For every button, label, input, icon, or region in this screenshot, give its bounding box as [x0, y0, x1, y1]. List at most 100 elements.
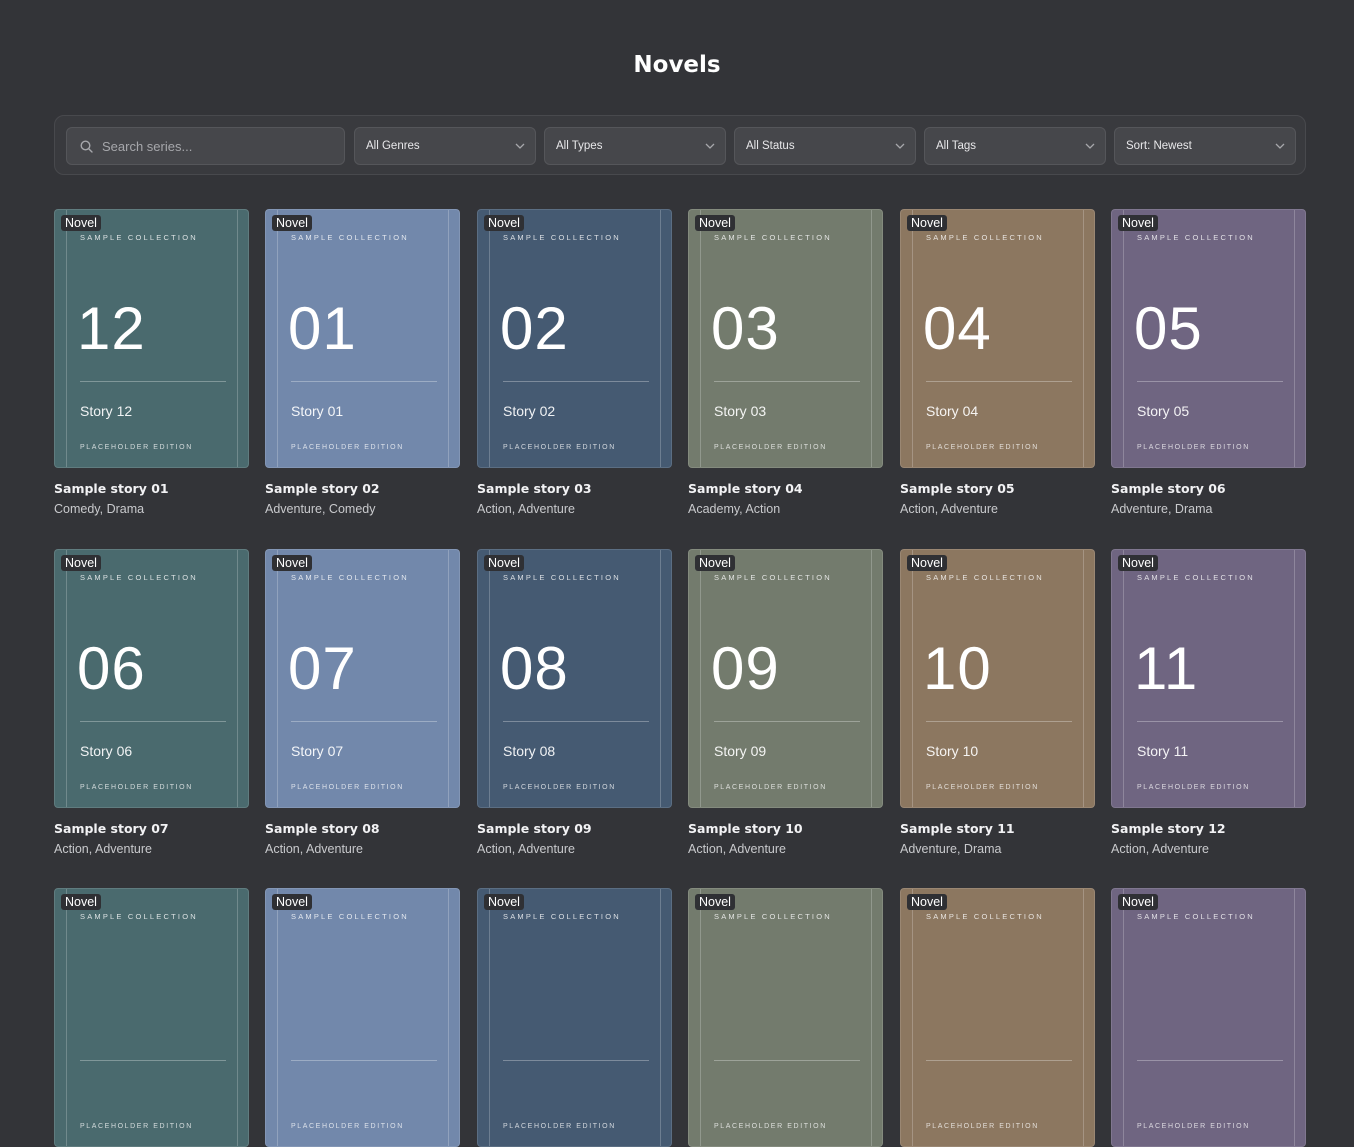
series-card[interactable]: SAMPLE COLLECTION PLACEHOLDER EDITION No… [477, 888, 672, 1147]
series-card[interactable]: SAMPLE COLLECTION 12 Story 12 PLACEHOLDE… [54, 209, 249, 516]
card-title[interactable]: Sample story 06 [1111, 481, 1226, 496]
cover-divider [926, 381, 1072, 382]
type-badge: Novel [907, 894, 947, 910]
cover-story-label: Story 11 [1137, 743, 1189, 759]
cover-image[interactable]: SAMPLE COLLECTION 05 Story 05 PLACEHOLDE… [1111, 209, 1306, 468]
type-badge: Novel [484, 555, 524, 571]
cover-story-label: Story 12 [80, 403, 133, 419]
series-card[interactable]: SAMPLE COLLECTION 02 Story 02 PLACEHOLDE… [477, 209, 672, 516]
cover-divider [291, 381, 437, 382]
series-card[interactable]: SAMPLE COLLECTION 08 Story 08 PLACEHOLDE… [477, 549, 672, 856]
search-input[interactable] [102, 138, 332, 154]
cover-image[interactable]: SAMPLE COLLECTION 07 Story 07 PLACEHOLDE… [265, 549, 460, 808]
cover-collection-label: SAMPLE COLLECTION [926, 573, 1044, 582]
cover-divider [503, 381, 649, 382]
cover-number: 08 [500, 635, 569, 702]
cover-edition-label: PLACEHOLDER EDITION [926, 444, 1039, 451]
series-card[interactable]: SAMPLE COLLECTION 09 Story 09 PLACEHOLDE… [688, 549, 883, 856]
type-badge: Novel [695, 215, 735, 231]
cover-collection-label: SAMPLE COLLECTION [926, 912, 1044, 921]
series-card[interactable]: SAMPLE COLLECTION 01 Story 01 PLACEHOLDE… [265, 209, 460, 516]
series-card[interactable]: SAMPLE COLLECTION PLACEHOLDER EDITION No… [1111, 888, 1306, 1147]
card-genres: Adventure, Drama [900, 842, 1002, 856]
series-card[interactable]: SAMPLE COLLECTION 03 Story 03 PLACEHOLDE… [688, 209, 883, 516]
cover-collection-label: SAMPLE COLLECTION [503, 233, 621, 242]
card-genres: Action, Adventure [688, 842, 786, 856]
cover-edition-label: PLACEHOLDER EDITION [503, 784, 616, 791]
series-card[interactable]: SAMPLE COLLECTION 04 Story 04 PLACEHOLDE… [900, 209, 1095, 516]
card-title[interactable]: Sample story 11 [900, 821, 1015, 836]
genre-select[interactable]: All Genres [354, 127, 536, 165]
card-genres: Action, Adventure [54, 842, 152, 856]
cover-collection-label: SAMPLE COLLECTION [80, 233, 198, 242]
card-title[interactable]: Sample story 01 [54, 481, 169, 496]
series-card[interactable]: SAMPLE COLLECTION 05 Story 05 PLACEHOLDE… [1111, 209, 1306, 516]
chevron-down-icon [1085, 143, 1095, 149]
cover-divider [291, 1060, 437, 1061]
cover-image[interactable]: SAMPLE COLLECTION PLACEHOLDER EDITION No… [900, 888, 1095, 1147]
cover-number: 06 [77, 635, 146, 702]
cover-image[interactable]: SAMPLE COLLECTION PLACEHOLDER EDITION No… [265, 888, 460, 1147]
card-genres: Adventure, Drama [1111, 502, 1213, 516]
tags-select[interactable]: All Tags [924, 127, 1106, 165]
series-card[interactable]: SAMPLE COLLECTION PLACEHOLDER EDITION No… [265, 888, 460, 1147]
card-title[interactable]: Sample story 04 [688, 481, 803, 496]
cover-collection-label: SAMPLE COLLECTION [80, 573, 198, 582]
cover-image[interactable]: SAMPLE COLLECTION PLACEHOLDER EDITION No… [54, 888, 249, 1147]
page-title: Novels [633, 52, 721, 78]
cover-collection-label: SAMPLE COLLECTION [1137, 573, 1255, 582]
cover-image[interactable]: SAMPLE COLLECTION 12 Story 12 PLACEHOLDE… [54, 209, 249, 468]
cover-collection-label: SAMPLE COLLECTION [80, 912, 198, 921]
series-card[interactable]: SAMPLE COLLECTION PLACEHOLDER EDITION No… [688, 888, 883, 1147]
card-title[interactable]: Sample story 02 [265, 481, 380, 496]
sort-select[interactable]: Sort: Newest [1114, 127, 1296, 165]
cover-image[interactable]: SAMPLE COLLECTION 11 Story 11 PLACEHOLDE… [1111, 549, 1306, 808]
type-badge: Novel [695, 894, 735, 910]
type-select[interactable]: All Types [544, 127, 726, 165]
type-badge: Novel [61, 894, 101, 910]
cover-image[interactable]: SAMPLE COLLECTION 02 Story 02 PLACEHOLDE… [477, 209, 672, 468]
cover-image[interactable]: SAMPLE COLLECTION PLACEHOLDER EDITION No… [477, 888, 672, 1147]
card-title[interactable]: Sample story 09 [477, 821, 592, 836]
series-card[interactable]: SAMPLE COLLECTION 06 Story 06 PLACEHOLDE… [54, 549, 249, 856]
cover-divider [1137, 721, 1283, 722]
cover-image[interactable]: SAMPLE COLLECTION PLACEHOLDER EDITION No… [1111, 888, 1306, 1147]
cover-frame [66, 889, 238, 1146]
cover-collection-label: SAMPLE COLLECTION [1137, 233, 1255, 242]
cover-collection-label: SAMPLE COLLECTION [1137, 912, 1255, 921]
card-title[interactable]: Sample story 12 [1111, 821, 1226, 836]
cover-image[interactable]: SAMPLE COLLECTION PLACEHOLDER EDITION No… [688, 888, 883, 1147]
cover-divider [926, 1060, 1072, 1061]
cover-story-label: Story 01 [291, 403, 344, 419]
cover-edition-label: PLACEHOLDER EDITION [926, 1123, 1039, 1130]
card-title[interactable]: Sample story 05 [900, 481, 1015, 496]
cover-edition-label: PLACEHOLDER EDITION [80, 444, 193, 451]
series-card[interactable]: SAMPLE COLLECTION PLACEHOLDER EDITION No… [900, 888, 1095, 1147]
series-card[interactable]: SAMPLE COLLECTION 11 Story 11 PLACEHOLDE… [1111, 549, 1306, 856]
cover-divider [926, 721, 1072, 722]
cover-image[interactable]: SAMPLE COLLECTION 06 Story 06 PLACEHOLDE… [54, 549, 249, 808]
search-box[interactable] [66, 127, 345, 165]
series-card[interactable]: SAMPLE COLLECTION 07 Story 07 PLACEHOLDE… [265, 549, 460, 856]
card-title[interactable]: Sample story 07 [54, 821, 169, 836]
card-title[interactable]: Sample story 08 [265, 821, 380, 836]
cover-image[interactable]: SAMPLE COLLECTION 03 Story 03 PLACEHOLDE… [688, 209, 883, 468]
cover-edition-label: PLACEHOLDER EDITION [503, 444, 616, 451]
type-badge: Novel [272, 215, 312, 231]
cover-collection-label: SAMPLE COLLECTION [714, 573, 832, 582]
cover-image[interactable]: SAMPLE COLLECTION 08 Story 08 PLACEHOLDE… [477, 549, 672, 808]
cover-collection-label: SAMPLE COLLECTION [291, 573, 409, 582]
cover-frame [277, 889, 449, 1146]
series-card[interactable]: SAMPLE COLLECTION PLACEHOLDER EDITION No… [54, 888, 249, 1147]
series-card[interactable]: SAMPLE COLLECTION 10 Story 10 PLACEHOLDE… [900, 549, 1095, 856]
cover-image[interactable]: SAMPLE COLLECTION 01 Story 01 PLACEHOLDE… [265, 209, 460, 468]
status-select[interactable]: All Status [734, 127, 916, 165]
card-title[interactable]: Sample story 03 [477, 481, 592, 496]
cover-frame [700, 889, 872, 1146]
cover-image[interactable]: SAMPLE COLLECTION 04 Story 04 PLACEHOLDE… [900, 209, 1095, 468]
cover-image[interactable]: SAMPLE COLLECTION 10 Story 10 PLACEHOLDE… [900, 549, 1095, 808]
card-title[interactable]: Sample story 10 [688, 821, 803, 836]
chevron-down-icon [1275, 143, 1285, 149]
cover-frame [912, 889, 1084, 1146]
cover-image[interactable]: SAMPLE COLLECTION 09 Story 09 PLACEHOLDE… [688, 549, 883, 808]
